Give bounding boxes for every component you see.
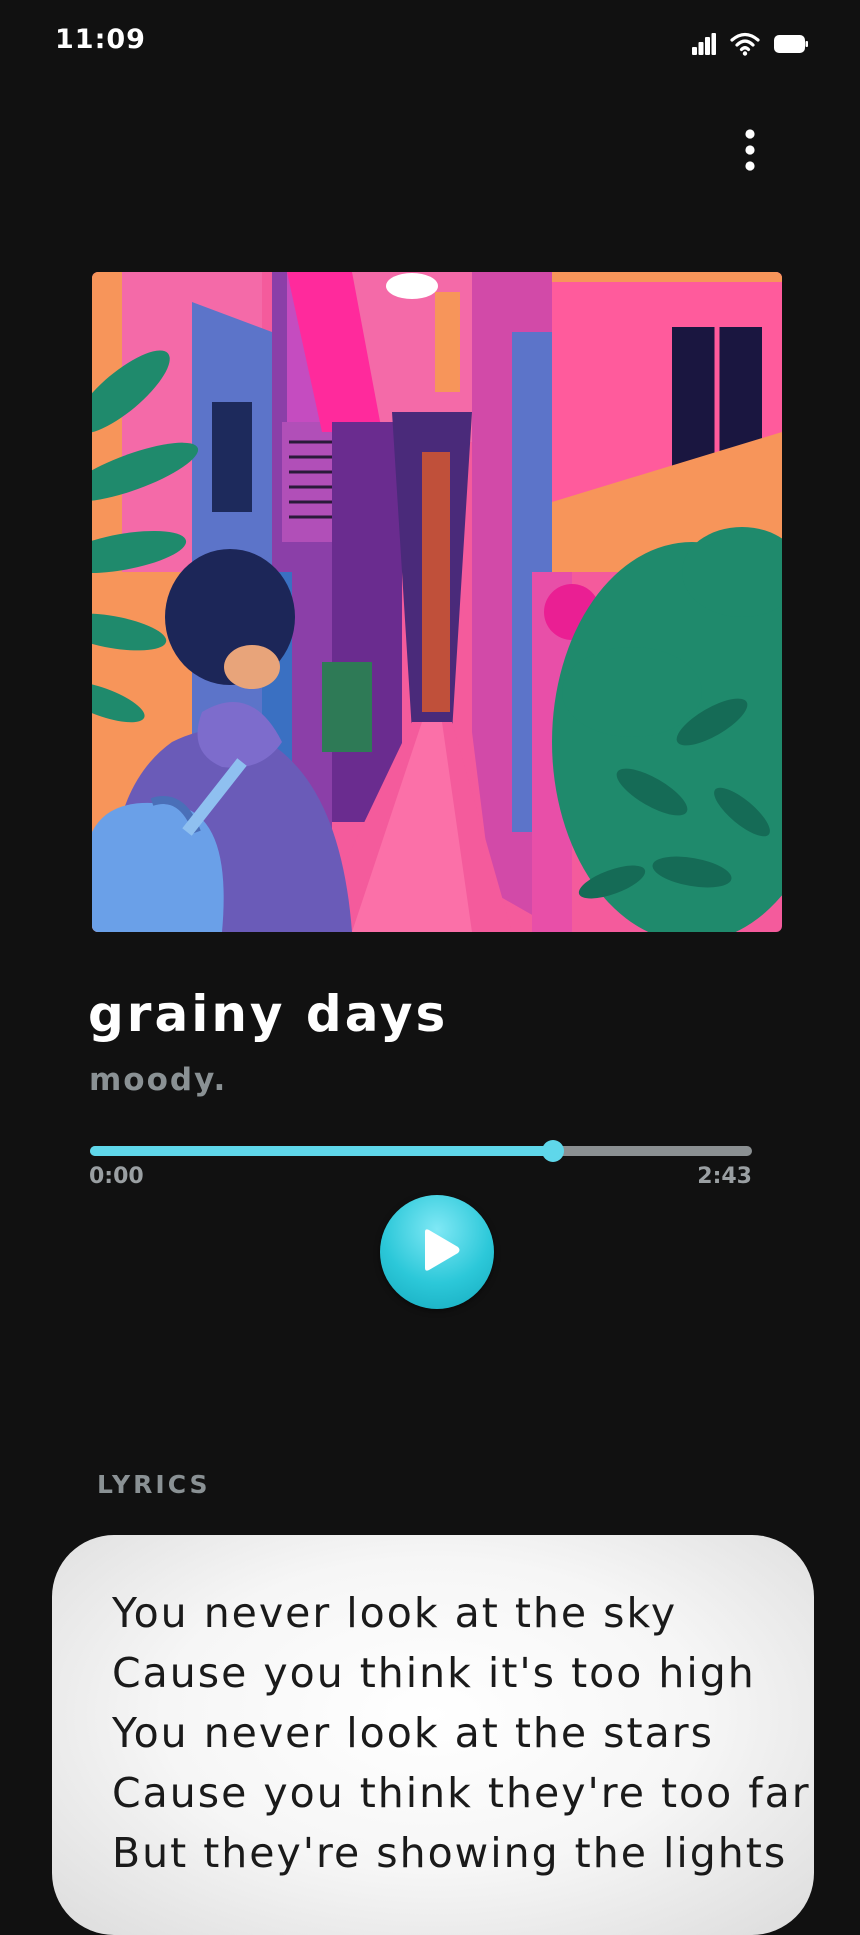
- lyrics-line: But they're showing the lights: [112, 1829, 788, 1877]
- lyrics-card[interactable]: You never look at the sky Cause you thin…: [52, 1535, 814, 1935]
- track-artist: moody.: [89, 1062, 228, 1098]
- status-time: 11:09: [55, 24, 146, 55]
- track-title: grainy days: [88, 985, 449, 1043]
- time-total: 2:43: [697, 1164, 752, 1189]
- wifi-icon: [730, 32, 760, 60]
- progress-slider[interactable]: [90, 1140, 752, 1162]
- more-options-button[interactable]: [730, 122, 770, 182]
- play-button[interactable]: [380, 1195, 494, 1309]
- battery-icon: [774, 35, 808, 57]
- lyrics-lines: You never look at the sky Cause you thin…: [112, 1583, 811, 1883]
- lyrics-line: Cause you think they're too far: [112, 1769, 811, 1817]
- progress-thumb[interactable]: [542, 1140, 565, 1162]
- album-art-illustration: [92, 272, 782, 932]
- play-icon: [421, 1228, 461, 1276]
- time-elapsed: 0:00: [89, 1164, 144, 1189]
- signal-icon: [692, 33, 716, 59]
- album-art: [92, 272, 782, 932]
- lyrics-line: You never look at the sky: [112, 1589, 678, 1637]
- lyrics-heading: LYRICS: [97, 1470, 211, 1499]
- progress-fill: [90, 1146, 554, 1156]
- status-icons: [692, 32, 808, 60]
- more-vertical-icon: [744, 128, 756, 176]
- status-bar: 11:09: [0, 0, 860, 90]
- lyrics-line: Cause you think it's too high: [112, 1649, 756, 1697]
- lyrics-line: You never look at the stars: [112, 1709, 714, 1757]
